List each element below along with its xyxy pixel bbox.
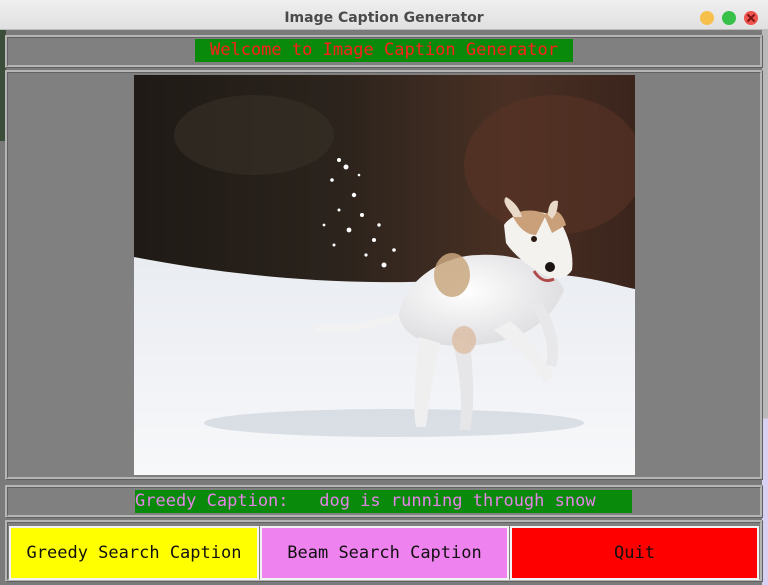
window-titlebar[interactable]: Image Caption Generator	[0, 0, 768, 30]
beam-search-caption-button[interactable]: Beam Search Caption	[260, 526, 509, 580]
welcome-label: Welcome to Image Caption Generator	[195, 39, 573, 62]
close-button[interactable]	[744, 11, 758, 25]
minimize-button[interactable]	[700, 11, 714, 25]
window-title: Image Caption Generator	[284, 10, 484, 26]
dog-photo	[134, 75, 635, 475]
quit-button[interactable]: Quit	[510, 526, 759, 580]
greedy-search-caption-button[interactable]: Greedy Search Caption	[9, 526, 259, 580]
maximize-button[interactable]	[722, 11, 736, 25]
caption-label: Greedy Caption: dog is running through s…	[135, 490, 632, 513]
